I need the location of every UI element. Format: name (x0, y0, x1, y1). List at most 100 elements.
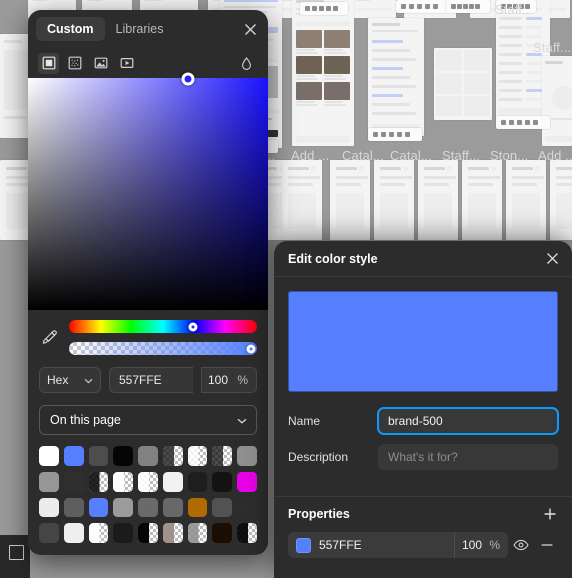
color-swatch[interactable] (138, 471, 158, 492)
canvas-frame-thumbnail[interactable] (282, 160, 322, 240)
color-swatch[interactable] (63, 497, 84, 518)
frame-tool-icon[interactable] (9, 545, 24, 560)
color-swatch[interactable] (88, 446, 109, 466)
color-swatch[interactable] (138, 523, 158, 544)
name-input[interactable]: brand-500 (378, 408, 558, 434)
color-swatch[interactable] (237, 523, 257, 544)
sv-picker-handle[interactable] (181, 72, 195, 86)
property-opacity-unit: % (489, 538, 500, 552)
canvas-frame-thumbnail[interactable] (506, 160, 546, 240)
frame-label[interactable]: Staff... (533, 40, 571, 55)
color-preview-wrap (274, 277, 572, 392)
color-swatch[interactable] (113, 446, 134, 466)
color-swatch[interactable] (113, 471, 134, 492)
color-swatch[interactable] (88, 523, 109, 544)
opacity-slider[interactable] (69, 342, 257, 355)
frame-mini-toolbar[interactable] (496, 116, 550, 129)
color-swatch[interactable] (212, 446, 233, 466)
swatch-fill (162, 446, 183, 466)
property-color-input[interactable]: 557FFE (288, 532, 454, 558)
frame-label[interactable]: Staff... (495, 2, 533, 17)
color-model-select[interactable]: Hex (39, 367, 101, 393)
frame-mini-toolbar[interactable] (446, 0, 490, 13)
hue-slider[interactable] (69, 320, 257, 333)
color-swatch[interactable] (39, 497, 59, 518)
frame-mini-toolbar[interactable] (368, 128, 422, 141)
color-swatch[interactable] (187, 497, 208, 518)
color-swatch[interactable] (63, 471, 84, 492)
color-swatch[interactable] (187, 446, 208, 466)
swatch-fill (113, 523, 134, 544)
properties-list: 557FFE 100 % (274, 531, 572, 559)
swatch-fill (187, 497, 208, 518)
canvas-frame-thumbnail[interactable] (330, 160, 370, 240)
eyedropper-icon[interactable] (39, 322, 60, 354)
color-swatch[interactable] (63, 446, 84, 466)
description-input[interactable]: What's it for? (378, 444, 558, 470)
hue-slider-handle[interactable] (188, 322, 198, 331)
left-toolbar[interactable] (0, 535, 30, 578)
canvas-frame-thumbnail[interactable] (462, 160, 502, 240)
eye-icon[interactable] (508, 532, 534, 558)
color-swatch[interactable] (162, 471, 183, 492)
color-swatch[interactable] (162, 497, 183, 518)
frame-label[interactable]: Ston... (490, 148, 528, 163)
close-icon[interactable] (543, 250, 561, 268)
color-swatch[interactable] (63, 523, 84, 544)
color-swatch[interactable] (88, 471, 109, 492)
swatch-fill (237, 497, 257, 518)
saturation-value-field[interactable] (28, 72, 268, 310)
frame-mini-toolbar[interactable] (396, 0, 448, 13)
name-label: Name (288, 414, 321, 428)
canvas-frame-thumbnail[interactable] (374, 160, 414, 240)
video-fill-icon[interactable] (116, 53, 137, 74)
frame-mini-toolbar[interactable] (300, 2, 348, 15)
canvas-frame-thumbnail[interactable] (550, 160, 572, 240)
add-icon[interactable] (540, 504, 560, 524)
color-swatch[interactable] (39, 471, 59, 492)
color-swatch[interactable] (187, 471, 208, 492)
color-swatch[interactable] (113, 523, 134, 544)
color-swatch[interactable] (212, 497, 233, 518)
canvas-frame-thumbnail[interactable] (434, 48, 492, 120)
color-swatch[interactable] (187, 523, 208, 544)
color-swatch[interactable] (88, 497, 109, 518)
color-swatch[interactable] (212, 471, 233, 492)
canvas-frame-thumbnail[interactable] (292, 0, 354, 146)
color-swatch[interactable] (162, 523, 183, 544)
opacity-input[interactable]: 100 % (201, 367, 257, 393)
color-swatch[interactable] (138, 497, 158, 518)
droplet-icon[interactable] (236, 53, 257, 74)
opacity-slider-handle[interactable] (246, 344, 256, 353)
color-swatch[interactable] (162, 446, 183, 466)
canvas-frame-thumbnail[interactable] (352, 0, 396, 18)
close-icon[interactable] (241, 20, 259, 38)
frame-label[interactable]: Add ... (538, 148, 572, 163)
frame-label[interactable]: Staff... (442, 148, 480, 163)
property-opacity-input[interactable]: 100 % (454, 532, 508, 558)
color-swatch[interactable] (212, 523, 233, 544)
frame-label[interactable]: Catal... (390, 148, 432, 163)
hex-input[interactable]: 557FFE (109, 367, 193, 393)
swatch-scope-select[interactable]: On this page (39, 405, 257, 435)
color-swatch[interactable] (237, 471, 257, 492)
tab-custom[interactable]: Custom (36, 17, 105, 41)
frame-label[interactable]: Catal... (342, 148, 384, 163)
canvas-frame-thumbnail[interactable] (368, 18, 424, 136)
image-fill-icon[interactable] (90, 53, 111, 74)
solid-fill-icon[interactable] (38, 52, 59, 74)
swatch-fill (138, 446, 158, 466)
color-swatch[interactable] (113, 497, 134, 518)
frame-label[interactable]: Add ... (291, 148, 329, 163)
noise-fill-icon[interactable] (64, 53, 85, 74)
canvas-frame-thumbnail[interactable] (418, 160, 458, 240)
color-swatch[interactable] (39, 446, 59, 466)
color-swatch[interactable] (237, 446, 257, 466)
color-swatch[interactable] (39, 523, 59, 544)
minus-icon[interactable] (534, 532, 560, 558)
tab-libraries[interactable]: Libraries (105, 17, 175, 41)
property-color-chip[interactable] (296, 537, 311, 553)
canvas-frame-thumbnail[interactable] (542, 56, 572, 146)
color-swatch[interactable] (237, 497, 257, 518)
color-swatch[interactable] (138, 446, 158, 466)
